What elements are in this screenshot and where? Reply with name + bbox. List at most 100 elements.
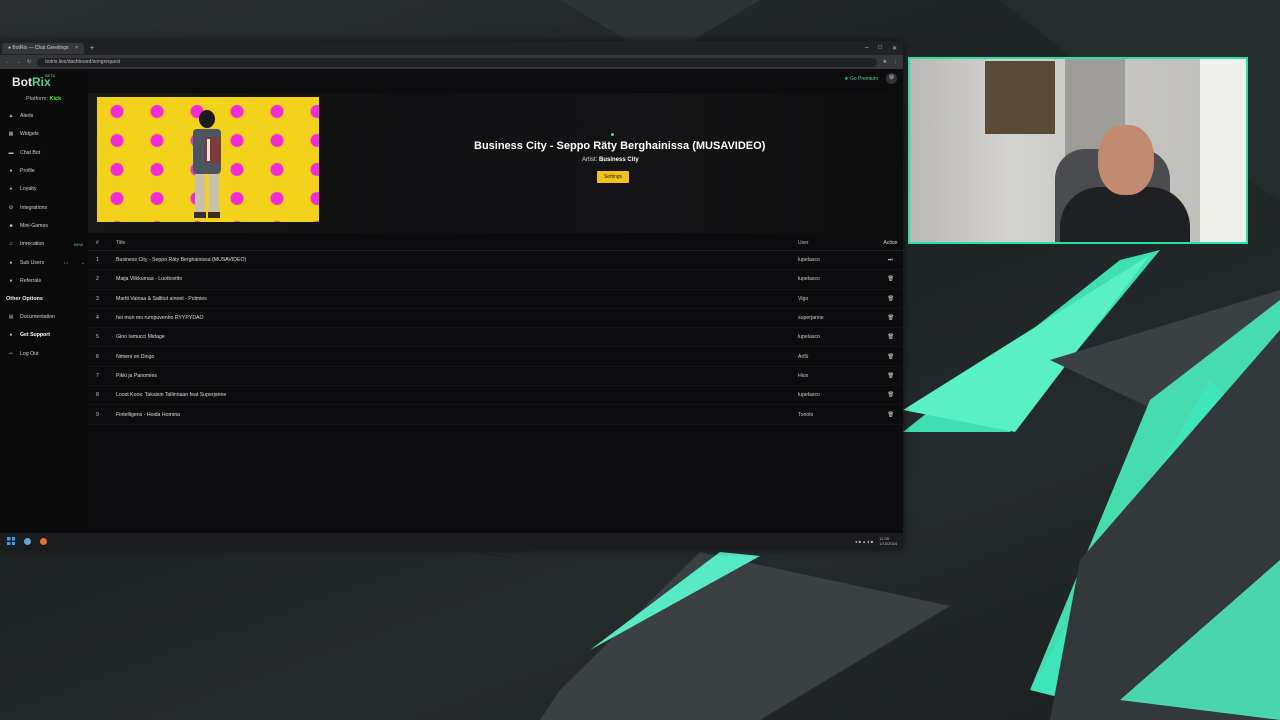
row-user: Hiox — [798, 372, 809, 379]
sidebar-item-sub-users[interactable]: ● Sub Users • • ⌄ — [0, 253, 88, 271]
platform-value: Kick — [49, 96, 62, 102]
other-options-heading: Other Options — [6, 295, 43, 302]
sidebar-item-get-support[interactable]: ● Get Support — [0, 326, 88, 344]
trash-icon[interactable]: 🗑 — [878, 296, 903, 302]
sidebar-item-referrals[interactable]: ● Referrals — [0, 272, 88, 290]
row-num: 1 — [96, 257, 99, 264]
sidebar-item-integrations[interactable]: ⚙ Integrations — [0, 198, 88, 216]
logout-icon: ⇨ — [8, 350, 14, 357]
loyalty-icon: ♦ — [9, 186, 13, 193]
widgets-icon: ▦ — [8, 131, 14, 138]
integrations-icon: ⚙ — [8, 204, 14, 211]
sidebar-item-log-out[interactable]: ⇨ Log Out — [0, 345, 88, 363]
browser-menu-icon[interactable]: ⋮ — [893, 59, 898, 65]
close-window-icon[interactable]: ✕ — [892, 45, 897, 52]
platform-indicator[interactable]: Platform: Kick — [26, 96, 61, 102]
sidebar-item-label: Profile — [20, 168, 35, 175]
song-queue-table: # Title User Action 1 Business City - Sep… — [88, 236, 903, 425]
sidebar-item-imrecation[interactable]: ♫ Imrecation NEW — [0, 235, 88, 253]
sidebar-item-label: Imrecation — [20, 241, 45, 248]
sidebar-item-documentation[interactable]: ▤ Documentation — [0, 308, 88, 326]
chevron-down-icon[interactable]: ⌄ — [81, 260, 85, 266]
sidebar-item-label: Sub Users — [20, 259, 45, 266]
tray-icons[interactable]: ● ■ ▲ ● ■ — [855, 539, 873, 544]
row-title: Loost Koos: Takaisin Tallinnaan feat Sup… — [116, 392, 227, 399]
table-row: 3 Martti Vainaa & Sallitut aineet - Polmi… — [88, 290, 903, 309]
sidebar-item-label: Loyalty — [20, 186, 37, 193]
sidebar-item-mini-games[interactable]: ■ Mini-Games — [0, 217, 88, 235]
cat-poster — [985, 61, 1055, 134]
table-row: 6 Nimeni on Dingo Ari5i 🗑 — [88, 347, 903, 367]
trash-icon[interactable]: 🗑 — [878, 354, 903, 360]
skip-icon[interactable]: ⏭ — [878, 257, 903, 264]
top-right-controls: ★ Go Premium — [844, 73, 897, 84]
browser-window: ● BotRix — Chat Greetings × + – □ ✕ ← → … — [0, 41, 903, 549]
new-badge: NEW — [73, 241, 83, 247]
forward-icon[interactable]: → — [16, 59, 21, 65]
sidebar-item-profile[interactable]: ● Profile — [0, 162, 88, 180]
trash-icon[interactable]: 🗑 — [878, 392, 903, 398]
browser-tab[interactable]: ● BotRix — Chat Greetings × — [2, 42, 84, 54]
row-user: lupelasco — [798, 392, 820, 399]
firefox-icon[interactable] — [40, 537, 47, 545]
taskbar: ● ■ ▲ ● ■ 11:39 1/15/2024 — [0, 533, 903, 549]
maximize-icon[interactable]: □ — [878, 45, 882, 52]
users-icon: ● — [9, 259, 13, 266]
url-input[interactable]: botrix.live/dashboard/songrequest — [37, 57, 877, 67]
sidebar-nav: ▲ Alerts ▦ Widgets ▬ Chat Bot ● Profile ♦ Loy… — [0, 107, 88, 363]
door — [1200, 59, 1246, 242]
sidebar: BotRix BETA Platform: Kick ▲ Alerts ▦ Widg… — [0, 69, 88, 533]
avatar[interactable] — [886, 73, 897, 84]
sidebar-item-chat-bot[interactable]: ▬ Chat Bot — [0, 144, 88, 162]
row-user: Ari5i — [798, 353, 809, 360]
reload-icon[interactable]: ↻ — [27, 59, 31, 65]
user-icon: ● — [9, 168, 13, 175]
bookmark-star-icon[interactable]: ★ — [883, 59, 887, 65]
sidebar-item-label: Referrals — [20, 277, 42, 284]
support-icon: ● — [9, 332, 13, 339]
sidebar-item-widgets[interactable]: ▦ Widgets — [0, 125, 88, 143]
row-title: Business City - Seppo Räty Berghainissa … — [116, 257, 247, 264]
system-tray: ● ■ ▲ ● ■ 11:39 1/15/2024 — [855, 536, 903, 546]
sidebar-item-label: Documentation — [20, 314, 55, 321]
row-title: Maija Vilkkumaa - Luottovitto — [116, 276, 183, 283]
row-user: Vigo — [798, 295, 809, 302]
row-num: 7 — [96, 372, 99, 379]
row-title: Pikki ja Panomies — [116, 372, 157, 379]
sidebar-item-loyalty[interactable]: ♦ Loyalty — [0, 180, 88, 198]
sidebar-item-label: Widgets — [20, 131, 39, 138]
row-title: Nimeni on Dingo — [116, 353, 155, 360]
row-user: Tonolo — [798, 411, 814, 418]
header-user: User — [798, 240, 809, 246]
trash-icon[interactable]: 🗑 — [878, 373, 903, 379]
search-icon[interactable] — [24, 537, 31, 545]
trash-icon[interactable]: 🗑 — [878, 276, 903, 282]
row-num: 4 — [96, 315, 99, 322]
row-user: lupelasco — [798, 257, 820, 264]
minimize-icon[interactable]: – — [865, 45, 868, 52]
sidebar-item-label: Chat Bot — [20, 149, 41, 156]
header-num: # — [96, 240, 99, 246]
back-icon[interactable]: ← — [5, 59, 10, 65]
clock[interactable]: 11:39 1/15/2024 — [879, 536, 897, 546]
window-controls: – □ ✕ — [865, 45, 903, 52]
sidebar-item-alerts[interactable]: ▲ Alerts — [0, 107, 88, 125]
settings-button[interactable]: Settings — [597, 171, 629, 183]
windows-start-icon[interactable] — [7, 537, 15, 545]
sidebar-item-label: Get Support — [20, 332, 50, 339]
trash-icon[interactable]: 🗑 — [878, 334, 903, 340]
trash-icon[interactable]: 🗑 — [878, 412, 903, 418]
trash-icon[interactable]: 🗑 — [878, 315, 903, 321]
album-art — [97, 97, 319, 222]
tab-close-icon[interactable]: × — [75, 45, 78, 51]
now-playing-artist: Artist: Business City — [582, 157, 639, 163]
table-header: # Title User Action — [88, 236, 903, 251]
artist-name: Business City — [599, 157, 639, 163]
artist-label: Artist: — [582, 157, 598, 163]
tab-title: ● BotRix — Chat Greetings — [8, 45, 69, 51]
chat-icon: ▬ — [8, 149, 14, 156]
go-premium-button[interactable]: ★ Go Premium — [844, 76, 878, 82]
streamer-head — [1098, 125, 1154, 195]
album-art-figure — [193, 110, 221, 218]
new-tab-button[interactable]: + — [90, 45, 94, 52]
